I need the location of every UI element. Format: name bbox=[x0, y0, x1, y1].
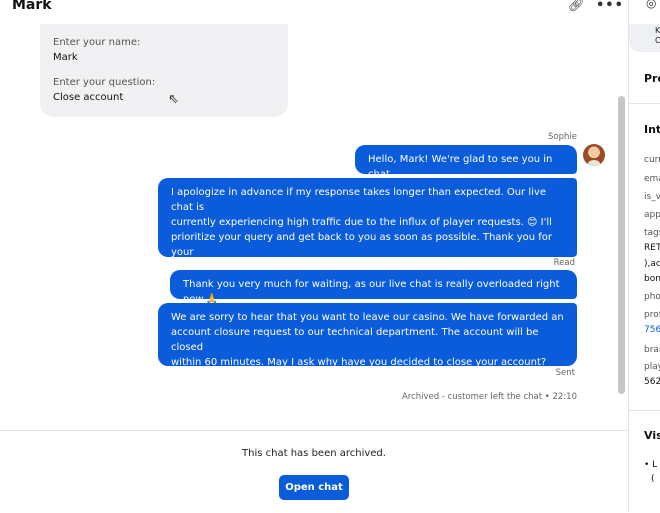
field-label: curr bbox=[644, 155, 660, 165]
chat-title: Mark bbox=[12, 0, 52, 13]
section-heading[interactable]: Vis bbox=[644, 429, 660, 442]
message-list[interactable]: Enter your name: Mark Enter your questio… bbox=[0, 24, 628, 430]
prechat-form-card: Enter your name: Mark Enter your questio… bbox=[40, 24, 288, 117]
message-bubble: Thank you very much for waiting, as our … bbox=[170, 270, 577, 305]
user-icon[interactable]: ◎ bbox=[646, 0, 656, 10]
open-chat-button[interactable]: Open chat bbox=[279, 475, 349, 500]
profile-link[interactable]: 756 bbox=[644, 325, 660, 335]
field-value: RET bbox=[644, 243, 660, 253]
field-label: tags bbox=[644, 228, 660, 238]
field-label: app bbox=[644, 210, 660, 220]
field-label: ema bbox=[644, 174, 660, 184]
card-line: C bbox=[655, 36, 660, 45]
chat-footer: This chat has been archived. Open chat bbox=[0, 430, 628, 513]
details-sidebar: ◎ K C Pre Inte curr ema is_v app tags RE… bbox=[629, 0, 660, 512]
chat-header: Mark 🔗︎ ••• bbox=[0, 0, 628, 25]
message-bubble: We are sorry to hear that you want to le… bbox=[158, 303, 577, 368]
link-icon[interactable]: 🔗︎ bbox=[568, 0, 585, 13]
message-bubble: I apologize in advance if my response ta… bbox=[158, 178, 577, 273]
message-bubble: Hello, Mark! We're glad to see you in ch… bbox=[355, 145, 577, 180]
field-value: bon bbox=[644, 274, 660, 284]
card-line: K bbox=[655, 26, 660, 35]
visited-page-label: L bbox=[652, 460, 658, 470]
name-label: Enter your name: bbox=[53, 37, 141, 48]
field-label: pho bbox=[644, 292, 660, 302]
chat-panel: Mark 🔗︎ ••• Enter your name: Mark Enter … bbox=[0, 0, 628, 513]
read-status: Read bbox=[553, 258, 575, 268]
field-value: 562 bbox=[644, 377, 660, 387]
agent-name: Sophie bbox=[548, 132, 577, 142]
field-label: bran bbox=[644, 345, 660, 355]
mouse-cursor-icon: ⇖ bbox=[168, 92, 179, 107]
divider bbox=[629, 103, 660, 104]
archived-message: This chat has been archived. bbox=[242, 448, 386, 459]
question-value: Close account bbox=[53, 92, 124, 103]
field-label: is_v bbox=[644, 192, 660, 202]
field-label: play bbox=[644, 362, 660, 372]
visited-page-item: • L bbox=[644, 460, 658, 470]
name-value: Mark bbox=[53, 52, 78, 63]
archived-note: Archived - customer left the chat • 22:1… bbox=[401, 392, 577, 402]
scrollbar[interactable] bbox=[618, 96, 625, 394]
question-label: Enter your question: bbox=[53, 77, 156, 88]
section-heading[interactable]: Inte bbox=[644, 123, 660, 136]
sent-status: Sent bbox=[555, 368, 575, 378]
field-label: prof bbox=[644, 310, 660, 320]
field-value: ),ac bbox=[644, 259, 660, 269]
customer-card[interactable]: K C bbox=[629, 24, 660, 52]
divider bbox=[629, 410, 660, 411]
visited-page-detail: ( bbox=[651, 474, 655, 484]
avatar bbox=[583, 144, 605, 166]
more-options-icon[interactable]: ••• bbox=[596, 0, 624, 13]
section-heading[interactable]: Pre bbox=[644, 72, 660, 85]
